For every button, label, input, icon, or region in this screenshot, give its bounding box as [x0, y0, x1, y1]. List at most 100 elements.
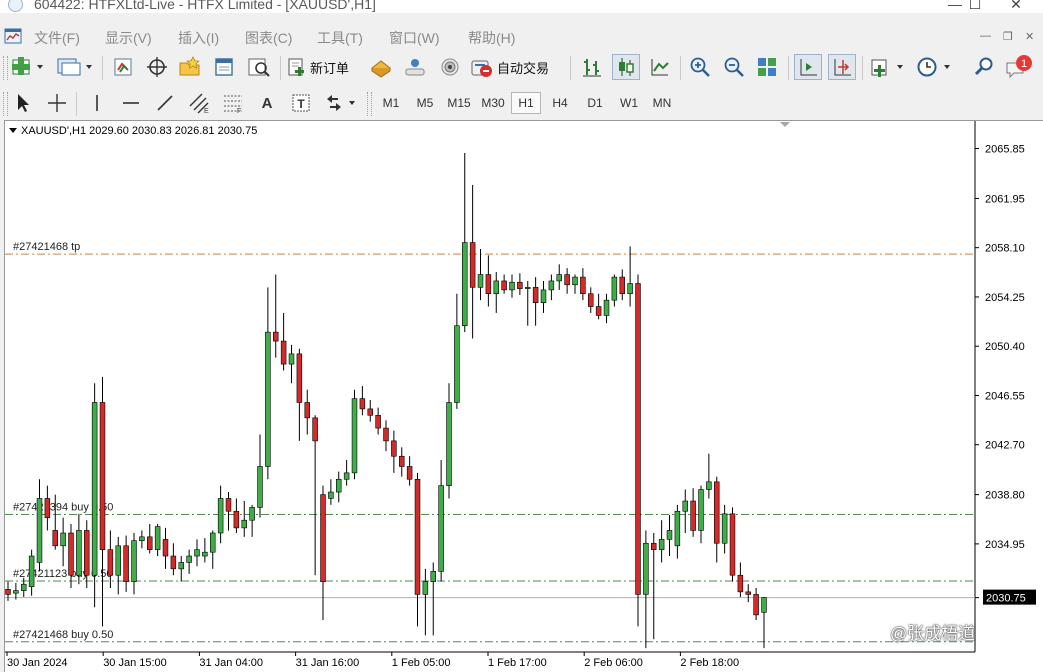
- timeframe-m30[interactable]: M30: [478, 92, 508, 114]
- menu-file[interactable]: 文件(F): [34, 28, 80, 48]
- chart-shift-button[interactable]: [828, 54, 856, 80]
- mdi-close-button[interactable]: ✕: [1025, 30, 1034, 43]
- candle-body: [336, 478, 342, 493]
- svg-text:F: F: [237, 108, 241, 114]
- chart-shift-marker-icon[interactable]: [780, 122, 790, 127]
- indicators-button[interactable]: [868, 54, 906, 80]
- toolbar-grip: [3, 56, 8, 80]
- time-tick-label: 31 Jan 04:00: [199, 657, 263, 669]
- trendline-tool-button[interactable]: [152, 90, 178, 116]
- candle-body: [328, 491, 334, 499]
- crosshair-icon: [48, 94, 66, 112]
- timeframe-m5[interactable]: M5: [410, 92, 440, 114]
- profiles-button[interactable]: [55, 54, 95, 80]
- order-line-label: #27421394 buy 0.50: [13, 501, 113, 513]
- collapse-triangle-icon[interactable]: [9, 128, 17, 133]
- candle-body: [249, 507, 255, 521]
- text-label-tool-button[interactable]: T: [288, 90, 314, 116]
- mdi-restore-button[interactable]: ❐: [1003, 30, 1013, 43]
- auto-scroll-button[interactable]: [794, 54, 822, 80]
- market-watch-button[interactable]: [110, 54, 136, 80]
- maximize-button[interactable]: ☐: [955, 0, 995, 13]
- candle-body: [485, 274, 492, 295]
- cursor-tool-button[interactable]: [10, 90, 36, 116]
- periods-button[interactable]: [914, 54, 954, 80]
- search-button[interactable]: [971, 54, 997, 80]
- time-tick-label: 2 Feb 06:00: [584, 657, 643, 669]
- horizontal-line-tool-button[interactable]: [118, 90, 144, 116]
- timeframe-m15[interactable]: M15: [444, 92, 474, 114]
- fibonacci-icon: F: [224, 95, 242, 114]
- fibonacci-tool-button[interactable]: F: [220, 90, 246, 116]
- terminal-window-icon: [215, 58, 233, 76]
- auto-trading-label: 自动交易: [497, 60, 550, 76]
- metaeditor-button[interactable]: [368, 54, 394, 80]
- close-button[interactable]: ✕: [996, 0, 1036, 13]
- zoom-in-button[interactable]: [686, 54, 714, 80]
- channel-tool-button[interactable]: E: [186, 90, 212, 116]
- tile-windows-button[interactable]: [753, 54, 781, 80]
- candle-body: [210, 532, 216, 553]
- candle-body: [68, 532, 74, 576]
- candle-body: [643, 542, 649, 595]
- candle-body: [76, 530, 82, 576]
- strategy-tester-button[interactable]: [245, 54, 273, 80]
- timeframe-h4[interactable]: H4: [545, 92, 575, 114]
- market-button[interactable]: [436, 54, 464, 80]
- menu-view[interactable]: 显示(V): [105, 28, 152, 48]
- candle-body: [147, 536, 153, 550]
- navigator-button[interactable]: [177, 54, 203, 80]
- line-chart-button[interactable]: [646, 54, 674, 80]
- new-order-button[interactable]: 新订单: [287, 54, 363, 80]
- timeframe-m1[interactable]: M1: [376, 92, 406, 114]
- candle-body: [446, 402, 452, 486]
- order-line-label: #27421468 tp: [13, 241, 80, 253]
- text-tool-button[interactable]: A: [254, 90, 280, 116]
- candle-body: [107, 549, 114, 576]
- crosshair-tool-button[interactable]: [44, 90, 70, 116]
- menu-help[interactable]: 帮助(H): [468, 28, 515, 48]
- auto-trading-button[interactable]: 自动交易: [470, 54, 564, 80]
- current-price-label: 2030.75: [986, 593, 1026, 605]
- timeframe-mn[interactable]: MN: [647, 92, 677, 114]
- timeframe-h1[interactable]: H1: [511, 92, 541, 114]
- arrows-dropdown-icon: [327, 95, 355, 111]
- alerts-badge: 1: [1021, 58, 1027, 70]
- mdi-minimize-button[interactable]: —: [980, 30, 991, 42]
- candle-body: [698, 489, 704, 531]
- crosshair-button[interactable]: [144, 54, 170, 80]
- menu-tools[interactable]: 工具(T): [317, 28, 363, 48]
- auto-trading-stop-icon: [471, 60, 492, 77]
- separator: [788, 56, 789, 80]
- auto-scroll-icon: [800, 59, 817, 76]
- menu-insert[interactable]: 插入(I): [178, 28, 219, 48]
- arrows-tool-button[interactable]: [322, 90, 358, 116]
- zoom-out-button[interactable]: [720, 54, 748, 80]
- price-chart[interactable]: 2065.85 2061.95 2058.10 2054.25 2050.40 2046.…: [5, 121, 1043, 672]
- market-watch-icon: [114, 58, 132, 76]
- chart-window-icon[interactable]: [4, 27, 22, 45]
- timeframe-d1[interactable]: D1: [580, 92, 610, 114]
- signals-button[interactable]: [401, 54, 429, 80]
- timeframe-w1[interactable]: W1: [614, 92, 644, 114]
- price-tick-label: 2065.85: [985, 144, 1025, 156]
- metaeditor-book-icon: [371, 60, 391, 78]
- terminal-button[interactable]: [211, 54, 237, 80]
- toolbar-grip: [3, 92, 8, 116]
- candlestick-icon: [619, 58, 634, 76]
- price-tick-label: 2038.80: [985, 490, 1025, 502]
- chart-window[interactable]: 2065.85 2061.95 2058.10 2054.25 2050.40 2046.…: [4, 120, 1043, 672]
- candle-body: [131, 540, 137, 582]
- candle-body: [139, 536, 145, 541]
- vertical-line-tool-button[interactable]: [84, 90, 110, 116]
- candle-body: [509, 281, 515, 291]
- separator: [280, 56, 281, 80]
- candle-body: [304, 402, 310, 419]
- menu-charts[interactable]: 图表(C): [245, 28, 292, 48]
- notifications-button[interactable]: 1: [1004, 54, 1038, 80]
- candlestick-chart-button[interactable]: [612, 54, 640, 80]
- new-chart-button[interactable]: [10, 54, 46, 80]
- bar-chart-button[interactable]: [578, 54, 606, 80]
- candle-body: [414, 478, 421, 595]
- menu-window[interactable]: 窗口(W): [389, 28, 440, 48]
